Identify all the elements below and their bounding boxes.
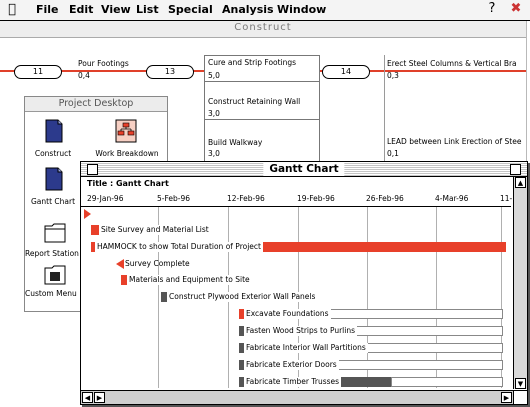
node-value: 5,0 [208,71,220,80]
node-value: 0,3 [387,71,399,80]
node-name: Erect Steel Columns & Vertical Bra [387,59,517,68]
horizontal-scrollbar[interactable]: ◀ ▶ ▶ [81,390,513,404]
desktop-item-label: Custom Menu [25,289,77,298]
task-label: Materials and Equipment to Site [127,275,252,285]
close-box-icon[interactable] [87,164,98,175]
project-start-marker [84,209,91,219]
node-value: 0,4 [78,71,90,80]
date-axis: 29-Jan-96 5-Feb-96 12-Feb-96 19-Feb-96 2… [81,192,513,207]
task-label: Fabricate Interior Wall Partitions [244,343,368,353]
desktop-item-label: Report Station [25,249,79,258]
node-id-14[interactable]: 14 [322,65,370,79]
task-box-cure[interactable]: Cure and Strip Footings 5,0 Construct Re… [204,55,320,163]
construct-window-titlebar[interactable]: Construct [0,21,526,38]
date-label: 5-Feb-96 [157,194,191,203]
node-id-11[interactable]: 11 [14,65,62,79]
node-id-13[interactable]: 13 [146,65,194,79]
float-bar [391,377,503,387]
float-bar [315,360,503,370]
menu-folder-icon[interactable] [43,263,69,287]
desktop-item-label: Gantt Chart [31,197,76,206]
construct-window-title: Construct [234,22,292,33]
resize-grow-box[interactable] [513,390,527,404]
divider [205,81,319,82]
help-balloon-icon[interactable]: ? [484,1,500,17]
task-label: Fabricate Exterior Doors [244,360,339,370]
apple-menu-icon[interactable]:  [5,2,19,17]
menu-list[interactable]: List [136,3,159,17]
gantt-document-icon[interactable] [41,167,67,191]
project-desktop-title[interactable]: Project Desktop [25,97,167,112]
date-label: 11- [500,194,513,203]
task-label: Site Survey and Material List [99,225,211,235]
date-label: 29-Jan-96 [87,194,124,203]
task-label: Construct Plywood Exterior Wall Panels [167,292,318,302]
date-label: 19-Feb-96 [297,194,335,203]
application-icon[interactable]: ✖ [508,1,524,17]
desktop-item-label: Work Breakdown [95,149,159,158]
scroll-right-arrow-icon[interactable]: ▶ [94,392,105,403]
network-document-icon[interactable] [41,119,67,143]
menu-view[interactable]: View [101,3,131,17]
vertical-scrollbar[interactable]: ▲ ▼ [513,177,527,389]
node-value: 3,0 [208,149,220,158]
menu-bar:  File Edit View List Special Analysis W… [0,0,530,21]
folder-icon[interactable] [43,221,69,245]
node-name: Construct Retaining Wall [208,97,301,106]
menu-window[interactable]: Window [277,3,326,17]
task-label: Fasten Wood Strips to Purlins [244,326,358,336]
node-value: 3,0 [208,109,220,118]
date-label: 26-Feb-96 [366,194,404,203]
scroll-up-arrow-icon[interactable]: ▲ [515,177,526,188]
task-label: Excavate Foundations [244,309,331,319]
divider [205,119,319,120]
menu-special[interactable]: Special [168,3,213,17]
gantt-window-title: Gantt Chart [263,162,345,176]
scroll-right-end-arrow-icon[interactable]: ▶ [501,392,512,403]
chart-subtitle: Title : Gantt Chart [87,179,169,188]
divider [384,55,385,167]
scroll-left-arrow-icon[interactable]: ◀ [82,392,93,403]
node-name: LEAD between Link Erection of Stee [387,137,522,146]
menu-edit[interactable]: Edit [69,3,93,17]
node-name: Cure and Strip Footings [208,58,297,67]
desktop-item-label: Construct [34,149,72,158]
menu-analysis[interactable]: Analysis [222,3,274,17]
work-breakdown-icon[interactable] [113,119,139,143]
node-name: Build Walkway [208,138,263,147]
menu-file[interactable]: File [36,3,59,17]
gantt-plot-area: Site Survey and Material List HAMMOCK to… [81,207,511,388]
task-label: HAMMOCK to show Total Duration of Projec… [95,242,263,252]
float-bar [349,326,503,336]
node-value: 0,1 [387,149,399,158]
date-label: 12-Feb-96 [227,194,265,203]
task-label: Fabricate Timber Trusses [244,377,342,387]
node-name: Pour Footings [78,59,129,68]
zoom-box-icon[interactable] [510,164,521,175]
task-label: Survey Complete [125,259,190,268]
date-label: 4-Mar-96 [435,194,469,203]
gantt-chart-window: Gantt Chart Title : Gantt Chart 29-Jan-9… [80,161,528,405]
gantt-titlebar[interactable]: Gantt Chart [81,162,527,177]
scroll-down-arrow-icon[interactable]: ▼ [515,378,526,389]
float-bar [315,309,503,319]
